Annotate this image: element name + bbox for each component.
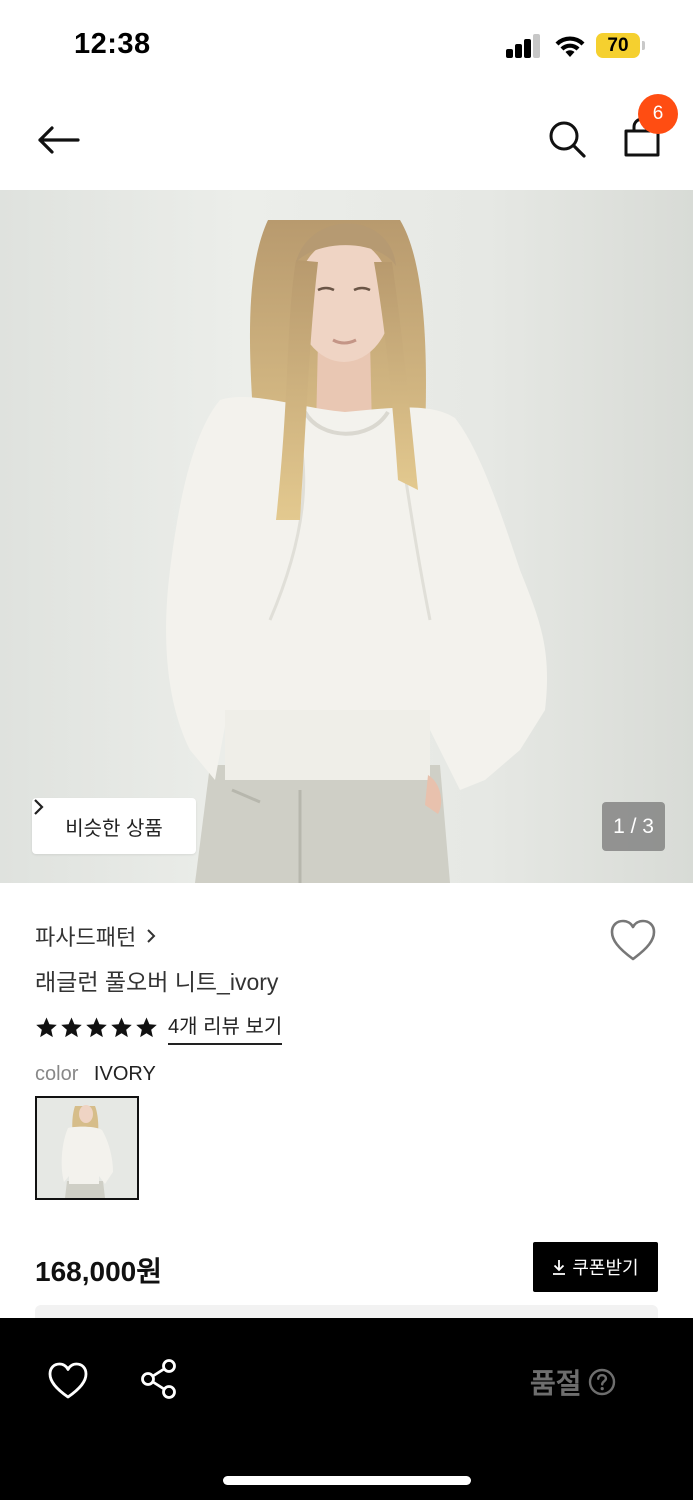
star-icon <box>86 1017 107 1038</box>
coupon-label: 쿠폰받기 <box>572 1258 639 1278</box>
download-coupon-button[interactable]: 쿠폰받기 <box>533 1242 658 1292</box>
rating-row: 4개 리뷰 보기 <box>35 1010 283 1045</box>
status-bar: 12:38 70 <box>0 0 693 90</box>
star-icon <box>36 1017 57 1038</box>
rating-stars <box>35 1016 158 1039</box>
image-page-indicator: 1 / 3 <box>602 802 665 851</box>
product-price: 168,000원 <box>35 1256 162 1287</box>
brand-link[interactable]: 파사드패턴 <box>35 920 156 952</box>
search-button[interactable] <box>538 110 596 168</box>
download-icon <box>553 1260 566 1275</box>
home-indicator <box>223 1476 471 1485</box>
cart-count-badge: 6 <box>638 94 678 134</box>
search-icon <box>549 121 586 158</box>
product-name: 래글런 풀오버 니트_ivory <box>35 969 279 995</box>
star-icon <box>61 1017 82 1038</box>
back-button[interactable] <box>30 112 86 168</box>
heart-outline-icon <box>610 919 656 961</box>
color-value: IVORY <box>93 1063 156 1085</box>
chevron-right-icon <box>147 929 156 943</box>
heart-outline-icon[interactable] <box>46 1360 90 1402</box>
cellular-signal-icon <box>506 34 542 58</box>
chevron-right-icon <box>34 799 44 815</box>
similar-products-label: 비슷한 상품 <box>65 817 163 840</box>
color-swatch-ivory[interactable] <box>35 1096 139 1200</box>
color-label: color <box>35 1063 79 1085</box>
star-icon <box>111 1017 132 1038</box>
similar-products-button[interactable]: 비슷한 상품 <box>32 798 196 854</box>
product-photo <box>166 220 548 883</box>
share-icon[interactable] <box>138 1358 180 1400</box>
color-row: color IVORY <box>35 1063 156 1086</box>
swatch-thumbnail <box>37 1098 137 1198</box>
top-nav-bar <box>0 90 693 190</box>
battery-icon: 70 <box>596 33 640 58</box>
sold-out-label: 품절 <box>530 1368 582 1399</box>
battery-level: 70 <box>607 35 629 56</box>
reviews-link[interactable]: 4개 리뷰 보기 <box>168 1010 283 1045</box>
product-detail-page: 12:38 70 6 비슷한 상품 1 / 3 파사드패턴 래글런 풀오버 니트… <box>0 0 693 1500</box>
back-arrow-icon <box>38 126 80 154</box>
bottom-action-bar: 품절 <box>0 1318 693 1500</box>
battery-cap <box>642 41 645 50</box>
status-time: 12:38 <box>74 28 151 60</box>
sold-out-status[interactable]: 품절 <box>530 1362 616 1402</box>
star-icon <box>136 1017 157 1038</box>
product-image-carousel[interactable]: 비슷한 상품 1 / 3 <box>0 190 693 883</box>
wishlist-button[interactable] <box>606 914 660 968</box>
wifi-icon <box>555 36 585 57</box>
brand-name: 파사드패턴 <box>35 925 137 950</box>
help-circle-icon <box>588 1368 615 1396</box>
